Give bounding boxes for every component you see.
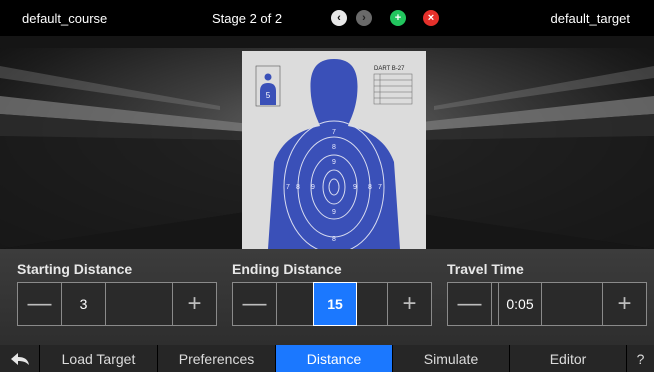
tab-editor[interactable]: Editor (510, 345, 627, 372)
svg-text:7: 7 (378, 184, 382, 191)
ending-distance-value[interactable]: 15 (313, 282, 357, 326)
starting-distance-label: Starting Distance (17, 261, 133, 277)
svg-text:9: 9 (311, 184, 315, 191)
svg-text:7: 7 (286, 184, 290, 191)
target-name: default_target (550, 11, 630, 26)
travel-time-increment-button[interactable]: + (602, 283, 646, 325)
svg-text:8: 8 (332, 144, 336, 151)
ending-distance-label: Ending Distance (232, 261, 342, 277)
svg-text:9: 9 (353, 184, 357, 191)
chevron-right-icon[interactable]: › (356, 10, 372, 26)
back-button[interactable] (0, 345, 40, 372)
travel-time-label: Travel Time (447, 261, 524, 277)
target-sheet: 5 DART B-27 7 8 9 7 8 9 9 8 7 9 8 (242, 51, 426, 249)
svg-text:8: 8 (332, 236, 336, 243)
tab-simulate[interactable]: Simulate (393, 345, 510, 372)
starting-distance-value[interactable]: 3 (62, 283, 106, 325)
distance-controls: Starting Distance — 3 + Ending Distance … (0, 249, 654, 345)
starting-distance-stepper: — 3 + (17, 282, 217, 326)
inset-number: 5 (266, 91, 271, 100)
starting-distance-decrement-button[interactable]: — (18, 283, 62, 325)
ending-distance-increment-button[interactable]: + (387, 283, 431, 325)
travel-time-value[interactable]: 0:05 (498, 283, 542, 325)
svg-text:9: 9 (332, 159, 336, 166)
close-icon[interactable]: × (423, 10, 439, 26)
ending-distance-decrement-button[interactable]: — (233, 283, 277, 325)
course-name: default_course (22, 11, 108, 26)
svg-text:7: 7 (332, 129, 336, 136)
travel-time-decrement-button[interactable]: — (448, 283, 492, 325)
tab-preferences[interactable]: Preferences (158, 345, 276, 372)
chevron-left-icon[interactable]: ‹ (331, 10, 347, 26)
top-bar: default_course Stage 2 of 2 ‹ › + × defa… (0, 0, 654, 36)
tab-distance[interactable]: Distance (276, 345, 393, 372)
shooting-range-scene: 5 DART B-27 7 8 9 7 8 9 9 8 7 9 8 (0, 36, 654, 249)
stage-indicator: Stage 2 of 2 (212, 11, 283, 26)
ending-distance-stepper: — 15 + (232, 282, 432, 326)
tab-load-target[interactable]: Load Target (40, 345, 158, 372)
help-button[interactable]: ? (627, 345, 654, 372)
bottom-tab-bar: Load Target Preferences Distance Simulat… (0, 345, 654, 372)
svg-text:8: 8 (296, 184, 300, 191)
back-arrow-icon (10, 352, 29, 365)
svg-text:9: 9 (332, 209, 336, 216)
travel-time-stepper: — 0:05 + (447, 282, 647, 326)
plus-icon[interactable]: + (390, 10, 406, 26)
range-viewport: 5 DART B-27 7 8 9 7 8 9 9 8 7 9 8 (0, 36, 654, 249)
starting-distance-increment-button[interactable]: + (172, 283, 216, 325)
target-title: DART B-27 (374, 66, 405, 72)
svg-text:8: 8 (368, 184, 372, 191)
